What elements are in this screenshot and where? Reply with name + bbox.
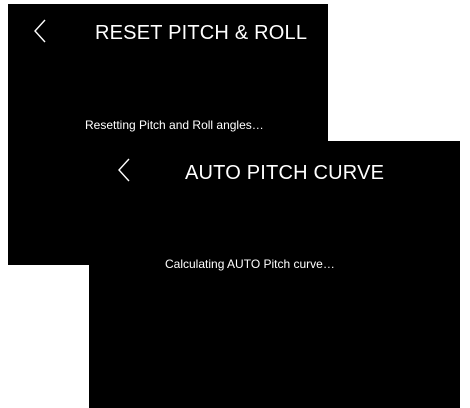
chevron-left-icon	[118, 158, 130, 182]
canvas: RESET PITCH & ROLL Resetting Pitch and R…	[0, 0, 470, 408]
chevron-left-icon	[34, 19, 46, 43]
back-button[interactable]	[33, 19, 47, 43]
page-title: RESET PITCH & ROLL	[95, 22, 308, 44]
auto-pitch-curve-screen: AUTO PITCH CURVE Calculating AUTO Pitch …	[89, 141, 460, 408]
page-title: AUTO PITCH CURVE	[185, 162, 385, 184]
status-message: Resetting Pitch and Roll angles…	[85, 118, 264, 132]
status-message: Calculating AUTO Pitch curve…	[165, 257, 335, 271]
back-button[interactable]	[117, 158, 131, 182]
